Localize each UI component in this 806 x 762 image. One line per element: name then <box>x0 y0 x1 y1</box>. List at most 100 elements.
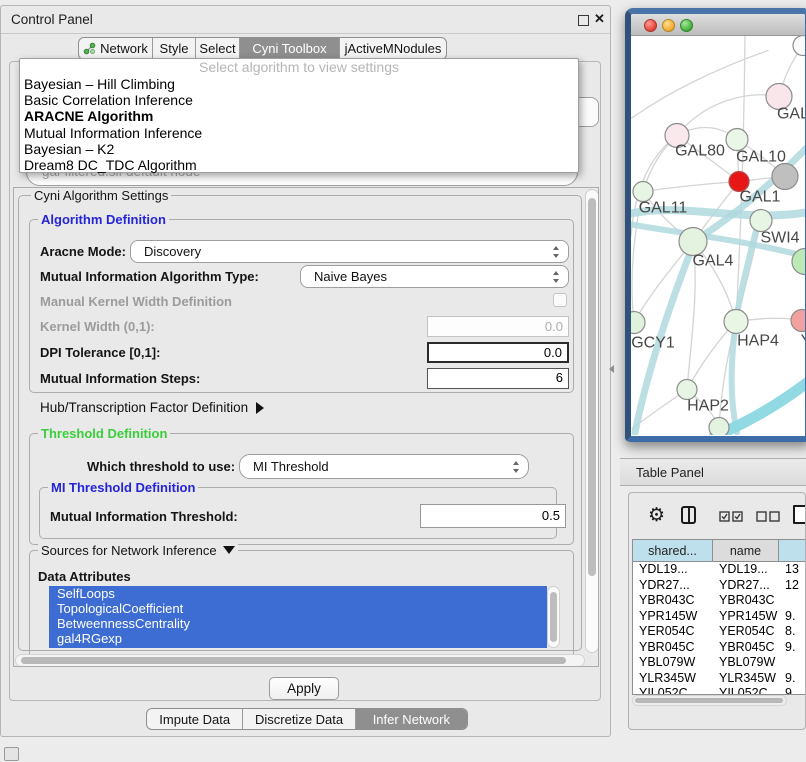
splitter-handle[interactable] <box>609 365 614 373</box>
table-row[interactable]: YER054CYER054C8. <box>633 624 806 640</box>
network-node[interactable] <box>750 210 772 232</box>
table-cell[interactable]: YBL079W <box>713 655 779 671</box>
table-cell[interactable]: 9. <box>779 640 806 656</box>
table-cell[interactable]: YDL19... <box>713 562 779 578</box>
network-edge[interactable] <box>634 242 693 323</box>
table-row[interactable]: YBR045CYBR045C9. <box>633 640 806 656</box>
table-cell[interactable] <box>779 593 806 609</box>
algorithm-option[interactable]: ARACNE Algorithm <box>20 108 578 124</box>
data-attributes-list[interactable]: SelfLoopsTopologicalCoefficientBetweenne… <box>49 586 547 648</box>
table-cell[interactable] <box>779 655 806 671</box>
network-node[interactable] <box>793 36 805 56</box>
network-window-titlebar[interactable] <box>631 14 805 36</box>
table-row[interactable]: YBR043CYBR043C <box>633 593 806 609</box>
scrollbar-thumb[interactable] <box>21 657 566 664</box>
minimize-traffic-light-icon[interactable] <box>662 19 675 32</box>
settings-vscrollbar[interactable] <box>585 189 599 653</box>
algorithm-option[interactable]: Bayesian – K2 <box>20 141 578 157</box>
aracne-mode-combo[interactable]: Discovery <box>130 240 569 263</box>
table-cell[interactable]: 13 <box>779 562 806 578</box>
mi-threshold-field[interactable]: 0.5 <box>420 504 566 528</box>
table-cell[interactable]: YIL052C <box>713 686 779 694</box>
new-table-icon[interactable] <box>793 505 806 524</box>
source-attribute-item[interactable]: TopologicalCoefficient <box>49 601 547 616</box>
which-threshold-combo[interactable]: MI Threshold <box>239 454 529 479</box>
table-cell[interactable]: YER054C <box>713 624 779 640</box>
mi-type-combo[interactable]: Naive Bayes <box>300 265 569 288</box>
table-cell[interactable]: 8. <box>779 624 806 640</box>
table-cell[interactable]: YIL052C <box>633 686 713 694</box>
tab-infer-network[interactable]: Infer Network <box>356 709 467 729</box>
table-cell[interactable]: YDL19... <box>633 562 713 578</box>
close-icon[interactable]: ✕ <box>594 11 605 27</box>
table-cell[interactable]: YBR043C <box>633 593 713 609</box>
network-node[interactable] <box>791 310 805 332</box>
network-node[interactable] <box>631 312 645 334</box>
settings-hscrollbar[interactable] <box>15 654 585 667</box>
dpi-tolerance-field[interactable]: 0.0 <box>427 342 569 363</box>
algorithm-option[interactable]: Basic Correlation Inference <box>20 92 578 108</box>
table-cell[interactable]: YBR045C <box>713 640 779 656</box>
algorithm-option[interactable]: Bayesian – Hill Climbing <box>20 76 578 92</box>
manual-kernel-checkbox[interactable] <box>553 293 567 307</box>
source-attribute-item[interactable]: BetweennessCentrality <box>49 616 547 631</box>
table-hscrollbar[interactable] <box>632 695 787 706</box>
tab-network[interactable]: Network <box>79 38 153 59</box>
table-cell[interactable]: YBL079W <box>633 655 713 671</box>
table-cell[interactable]: 9. <box>779 686 806 694</box>
algorithm-option[interactable]: Dream8 DC_TDC Algorithm <box>20 157 578 173</box>
tab-style[interactable]: Style <box>153 38 196 59</box>
network-node[interactable] <box>679 228 707 256</box>
scrollbar-thumb[interactable] <box>635 698 783 703</box>
zoom-traffic-light-icon[interactable] <box>680 19 693 32</box>
table-row[interactable]: YIL052CYIL052C9. <box>633 686 806 694</box>
network-edge[interactable] <box>643 182 739 192</box>
gear-icon[interactable]: ⚙ <box>648 504 665 526</box>
tab-select[interactable]: Select <box>196 38 240 59</box>
table-cell[interactable]: 9. <box>779 609 806 625</box>
close-traffic-light-icon[interactable] <box>644 19 657 32</box>
tab-discretize-data[interactable]: Discretize Data <box>243 709 355 729</box>
table-cell[interactable]: YBR045C <box>633 640 713 656</box>
scrollbar-thumb[interactable] <box>588 198 596 576</box>
source-attribute-item[interactable]: SelfLoops <box>49 586 547 601</box>
apply-button[interactable]: Apply <box>269 677 339 700</box>
table-cell[interactable]: YER054C <box>633 624 713 640</box>
table-cell[interactable]: YDR27... <box>633 578 713 594</box>
network-node[interactable] <box>724 310 748 334</box>
tab-cyni-toolbox[interactable]: Cyni Toolbox <box>240 38 340 59</box>
column-header-clipped[interactable] <box>779 540 806 561</box>
table-cell[interactable]: YPR145W <box>713 609 779 625</box>
tab-jactivemnodules[interactable]: jActiveMNodules <box>340 38 446 59</box>
list-scrollbar[interactable] <box>547 586 560 648</box>
network-node[interactable] <box>709 418 729 436</box>
table-cell[interactable]: YPR145W <box>633 609 713 625</box>
column-header-shared-name[interactable]: shared... <box>633 540 713 561</box>
network-node[interactable] <box>633 182 653 202</box>
columns-icon[interactable] <box>681 506 696 524</box>
deselect-all-columns-icon[interactable] <box>756 509 780 527</box>
column-header-name[interactable]: name <box>713 540 779 561</box>
tab-impute-data[interactable]: Impute Data <box>147 709 243 729</box>
table-row[interactable]: YPR145WYPR145W9. <box>633 609 806 625</box>
float-window-icon[interactable] <box>578 15 589 26</box>
table-cell[interactable]: YLR345W <box>633 671 713 687</box>
network-edge[interactable] <box>631 51 768 119</box>
kernel-width-field[interactable]: 0.0 <box>427 316 569 337</box>
hub-definition-toggle[interactable]: Hub/Transcription Factor Definition <box>40 400 264 415</box>
sources-toggle[interactable]: Sources for Network Inference <box>38 543 238 558</box>
source-attribute-item[interactable]: gal4RGexp <box>49 631 547 646</box>
network-node[interactable] <box>726 129 748 151</box>
collapsed-panel-button[interactable] <box>4 747 19 761</box>
table-cell[interactable]: 9. <box>779 671 806 687</box>
table-row[interactable]: YBL079WYBL079W <box>633 655 806 671</box>
table-cell[interactable]: YBR043C <box>713 593 779 609</box>
table-row[interactable]: YLR345WYLR345W9. <box>633 671 806 687</box>
network-node[interactable] <box>677 380 697 400</box>
table-row[interactable]: YDR27...YDR27...12 <box>633 578 806 594</box>
select-all-columns-icon[interactable] <box>719 509 743 527</box>
table-row[interactable]: YDL19...YDL19...13 <box>633 562 806 578</box>
network-canvas[interactable]: GALGAL80GAL10GAL1GAL11SWI4GAL4GCY1HAP4YH… <box>631 36 805 435</box>
table-cell[interactable]: YDR27... <box>713 578 779 594</box>
table-cell[interactable]: 12 <box>779 578 806 594</box>
